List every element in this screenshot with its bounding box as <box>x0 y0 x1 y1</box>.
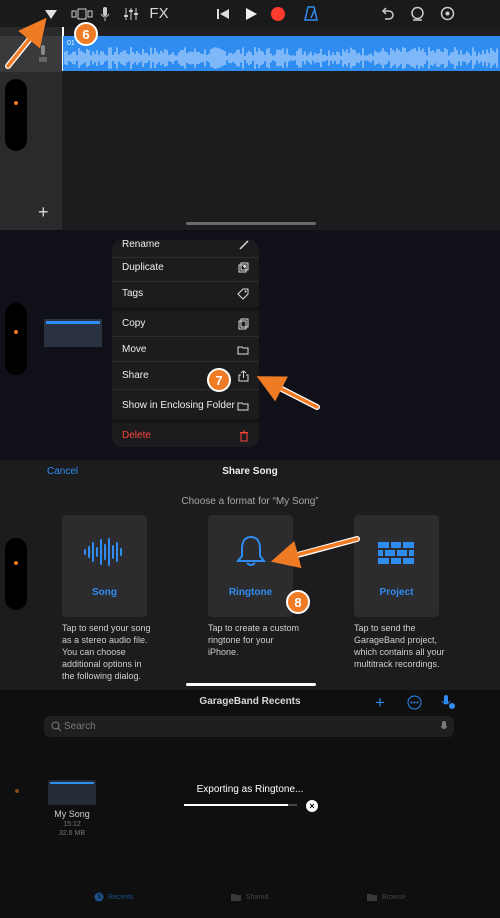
arrow-7 <box>256 376 319 409</box>
arrow-8 <box>270 537 359 569</box>
arrow-6 <box>6 17 47 68</box>
annotation-arrows <box>5 17 360 569</box>
